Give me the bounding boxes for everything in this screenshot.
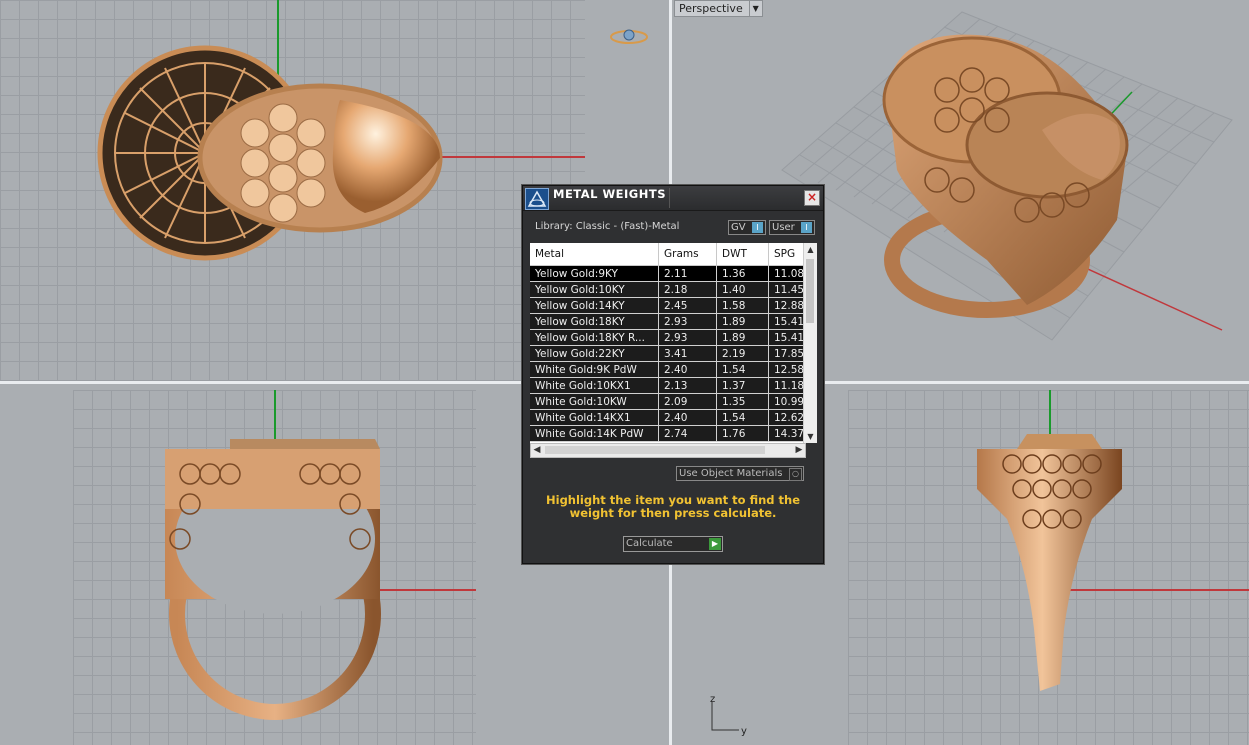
vertical-scrollbar[interactable]: ▲ ▼ — [803, 243, 817, 443]
scroll-right-icon[interactable]: ▶ — [793, 444, 805, 457]
ring-view-icon[interactable] — [609, 28, 649, 46]
cell-dwt[interactable]: 1.40 — [716, 281, 769, 298]
user-toggle-label: User — [772, 222, 795, 233]
table-row[interactable]: White Gold:10KX1 2.13 1.37 11.18 — [530, 377, 815, 394]
calculate-button[interactable]: Calculate ▶ — [623, 536, 723, 552]
dialog-title-bar[interactable]: METAL WEIGHTS × — [523, 186, 823, 211]
cell-grams[interactable]: 2.09 — [658, 393, 717, 410]
cell-dwt[interactable]: 1.76 — [716, 425, 769, 442]
scroll-thumb[interactable] — [806, 259, 814, 323]
cell-grams[interactable]: 2.18 — [658, 281, 717, 298]
metal-weights-table[interactable]: Metal Grams DWT SPG Yellow Gold:9KY 2.11 1… — [530, 243, 815, 442]
ring-side-view — [977, 434, 1122, 691]
scroll-left-icon[interactable]: ◀ — [531, 444, 543, 457]
cell-metal[interactable]: White Gold:9K PdW — [530, 361, 659, 378]
metal-weights-dialog: METAL WEIGHTS × Library: Classic - (Fast… — [522, 185, 824, 564]
use-object-materials-checkbox[interactable]: Use Object Materials ○ — [676, 466, 804, 481]
cell-metal[interactable]: White Gold:10KX1 — [530, 377, 659, 394]
gv-toggle-label: GV — [731, 222, 746, 233]
cell-dwt[interactable]: 1.35 — [716, 393, 769, 410]
cell-grams[interactable]: 2.93 — [658, 329, 717, 346]
horizontal-scrollbar[interactable]: ◀ ▶ — [530, 443, 806, 458]
cell-dwt[interactable]: 1.89 — [716, 329, 769, 346]
cell-metal[interactable]: White Gold:10KW — [530, 393, 659, 410]
table-row[interactable]: White Gold:9K PdW 2.40 1.54 12.58 — [530, 361, 815, 378]
dialog-title: METAL WEIGHTS — [553, 187, 666, 201]
gv-toggle[interactable]: GV I — [728, 220, 766, 235]
metal-weights-logo-icon — [525, 188, 549, 210]
scroll-up-icon[interactable]: ▲ — [804, 243, 817, 256]
cell-grams[interactable]: 2.40 — [658, 361, 717, 378]
table-row[interactable]: Yellow Gold:10KY 2.18 1.40 11.45 — [530, 281, 815, 298]
table-row[interactable]: Yellow Gold:18KY 2.93 1.89 15.41 — [530, 313, 815, 330]
world-axis-icon: z y — [710, 694, 747, 737]
cell-grams[interactable]: 2.74 — [658, 425, 717, 442]
perspective-label: Perspective — [679, 2, 743, 15]
cell-grams[interactable]: 2.13 — [658, 377, 717, 394]
user-toggle[interactable]: User I — [769, 220, 815, 235]
col-header-grams[interactable]: Grams — [658, 243, 717, 266]
cell-dwt[interactable]: 2.19 — [716, 345, 769, 362]
metal-table[interactable]: Metal Grams DWT SPG Yellow Gold:9KY 2.11 1… — [530, 243, 817, 443]
library-label: Library: Classic - (Fast)-Metal — [535, 221, 680, 232]
axis-z-label: z — [710, 694, 715, 705]
instruction-text: Highlight the item you want to find the … — [546, 493, 800, 520]
cell-metal[interactable]: Yellow Gold:18KY — [530, 313, 659, 330]
axis-y-label: y — [741, 726, 747, 737]
cell-metal[interactable]: Yellow Gold:10KY — [530, 281, 659, 298]
cell-metal[interactable]: Yellow Gold:9KY — [530, 265, 659, 282]
cell-dwt[interactable]: 1.58 — [716, 297, 769, 314]
user-toggle-icon: I — [801, 222, 812, 233]
cell-grams[interactable]: 2.45 — [658, 297, 717, 314]
table-row[interactable]: White Gold:10KW 2.09 1.35 10.99 — [530, 393, 815, 410]
cell-metal[interactable]: White Gold:14KX1 — [530, 409, 659, 426]
scroll-down-icon[interactable]: ▼ — [804, 430, 817, 443]
cell-dwt[interactable]: 1.37 — [716, 377, 769, 394]
cell-grams[interactable]: 2.11 — [658, 265, 717, 282]
cell-grams[interactable]: 3.41 — [658, 345, 717, 362]
chevron-down-icon[interactable]: ▼ — [748, 1, 762, 16]
ring-front-view — [165, 439, 381, 720]
col-header-dwt[interactable]: DWT — [716, 243, 769, 266]
col-header-metal[interactable]: Metal — [530, 243, 659, 266]
calculate-label: Calculate — [626, 538, 673, 549]
table-row[interactable]: White Gold:14KX1 2.40 1.54 12.62 — [530, 409, 815, 426]
table-row[interactable]: Yellow Gold:22KY 3.41 2.19 17.85 — [530, 345, 815, 362]
hscroll-thumb[interactable] — [545, 446, 765, 454]
cell-metal[interactable]: Yellow Gold:22KY — [530, 345, 659, 362]
cell-grams[interactable]: 2.93 — [658, 313, 717, 330]
cell-dwt[interactable]: 1.54 — [716, 361, 769, 378]
cell-dwt[interactable]: 1.36 — [716, 265, 769, 282]
table-row[interactable]: Yellow Gold:14KY 2.45 1.58 12.88 — [530, 297, 815, 314]
cell-dwt[interactable]: 1.89 — [716, 313, 769, 330]
table-row[interactable]: White Gold:14K PdW 2.74 1.76 14.37 — [530, 425, 815, 442]
cell-grams[interactable]: 2.40 — [658, 409, 717, 426]
cell-metal[interactable]: White Gold:14K PdW — [530, 425, 659, 442]
use-object-materials-label: Use Object Materials — [679, 468, 783, 479]
play-icon: ▶ — [709, 538, 721, 550]
perspective-viewport-title[interactable]: Perspective ▼ — [674, 0, 763, 17]
table-row[interactable]: Yellow Gold:9KY 2.11 1.36 11.08 — [530, 265, 815, 282]
cell-metal[interactable]: Yellow Gold:18KY R... — [530, 329, 659, 346]
cell-dwt[interactable]: 1.54 — [716, 409, 769, 426]
ring-top-view — [97, 45, 443, 261]
ring-perspective-view — [882, 34, 1129, 318]
checkbox-icon[interactable]: ○ — [789, 468, 802, 481]
table-row[interactable]: Yellow Gold:18KY R... 2.93 1.89 15.41 — [530, 329, 815, 346]
close-icon[interactable]: × — [804, 190, 820, 206]
gv-toggle-icon: I — [752, 222, 763, 233]
cell-metal[interactable]: Yellow Gold:14KY — [530, 297, 659, 314]
